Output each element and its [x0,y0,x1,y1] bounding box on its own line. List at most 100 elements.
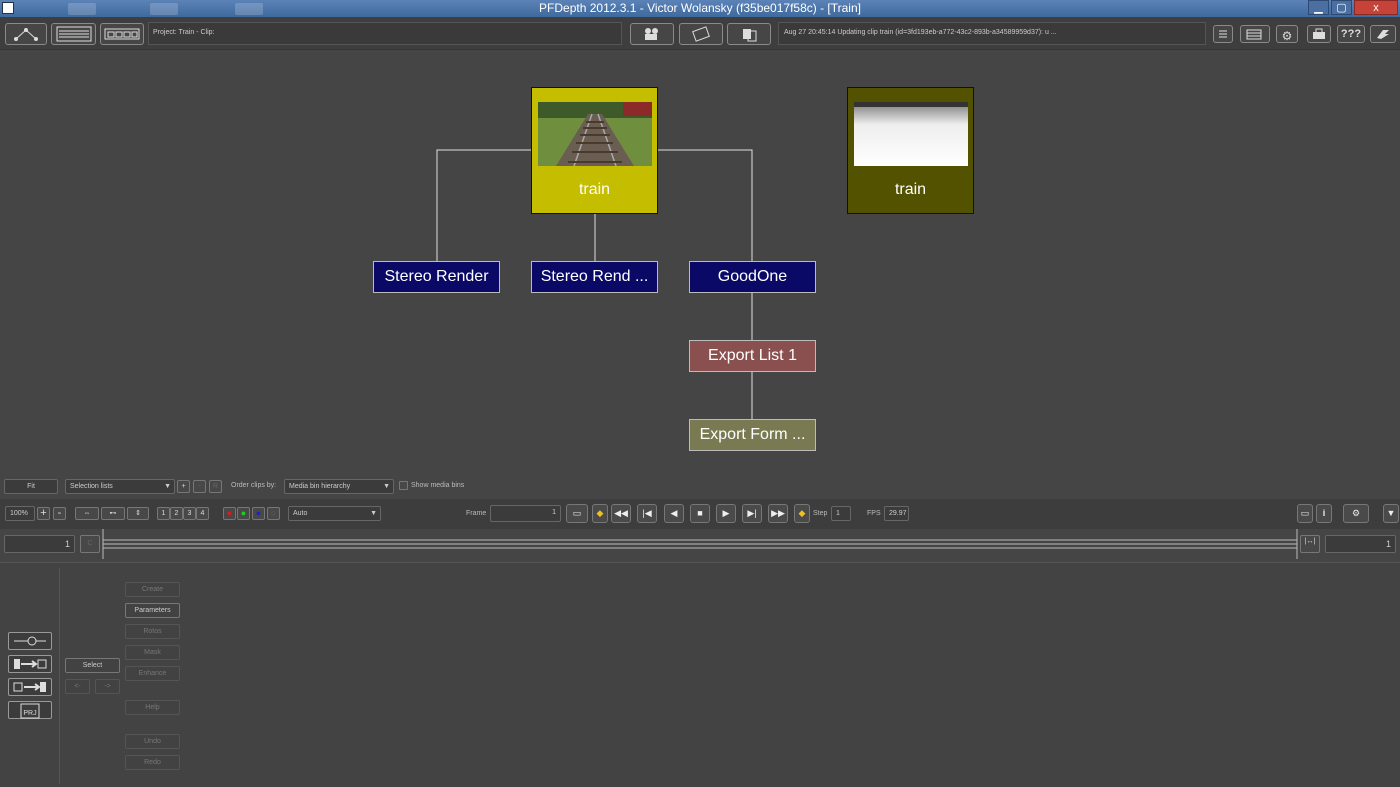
red-channel-button[interactable]: ● [223,507,236,520]
view-4-button[interactable]: 4 [196,507,209,520]
order-clips-dropdown[interactable]: Media bin hierarchy ▼ [284,479,394,494]
order-clips-value: Media bin hierarchy [289,483,351,490]
play-button[interactable]: ▶ [716,504,736,523]
stop-button[interactable]: ■ [690,504,710,523]
timeline-fit-button[interactable]: |↔| [1300,535,1320,553]
enhance-button[interactable]: Enhance [125,666,180,681]
blue-dot-icon: ● [255,508,262,518]
fit-height-button[interactable]: ⇕ [127,507,149,520]
undo-button[interactable]: Undo [125,734,180,749]
window-icon: ▭ [1300,508,1310,518]
node-stereo-render[interactable]: Stereo Render [373,261,500,293]
node-goodone[interactable]: GoodOne [689,261,816,293]
node-to-output-button[interactable] [8,678,52,696]
selection-lists-value: Selection lists [70,483,113,490]
chevron-down-icon: ▼ [383,483,390,490]
collapse-button[interactable]: ▼ [1383,504,1399,523]
go-to-end-button[interactable]: ▶▶ [768,504,788,523]
selection-lists-dropdown[interactable]: Selection lists ▼ [65,479,175,494]
clip-thumbnail [538,102,652,166]
keyframe-icon: ◆ [596,508,604,518]
view-mode-dropdown[interactable]: Auto ▼ [288,506,381,521]
play-reverse-button[interactable]: ◀ [664,504,684,523]
timeline-start-field[interactable]: 1 [4,535,75,553]
triangle-down-icon: ▼ [1386,508,1396,518]
node-export-list[interactable]: Export List 1 [689,340,816,372]
play-reverse-icon: ◀ [670,508,678,518]
green-dot-icon: ● [240,508,247,518]
timeline-track[interactable] [102,529,1298,559]
green-channel-button[interactable]: ● [237,507,250,520]
clip-label: train [894,181,927,198]
zoom-field[interactable]: 100% [5,506,35,521]
mark-in-button[interactable]: ◆ [592,504,608,523]
node-stereo-render-2[interactable]: Stereo Rend ... [531,261,658,293]
step-back-button[interactable]: |◀ [637,504,657,523]
clip-label: train [578,181,611,198]
step-label: Step [813,510,828,517]
input-to-node-button[interactable] [8,655,52,673]
chevron-down-icon: ▼ [370,510,377,517]
alpha-channel-button[interactable]: ○ [267,507,280,520]
settings-icon: ⚙ [1351,508,1361,518]
chevron-down-icon: ▼ [164,483,171,490]
monitor-icon: ▭ [572,508,582,518]
mask-button[interactable]: Mask [125,645,180,660]
view-1-button[interactable]: 1 [157,507,170,520]
create-button[interactable]: Create [125,582,180,597]
frame-label: Frame [466,510,487,517]
project-button[interactable]: PRJ [8,701,52,719]
view-3-button[interactable]: 3 [183,507,196,520]
rotos-button[interactable]: Rotos [125,624,180,639]
help-panel-button[interactable]: Help [125,700,180,715]
node-export-format[interactable]: Export Form ... [689,419,816,451]
fps-field[interactable]: 29.97 [884,506,909,521]
step-back-icon: |◀ [642,508,652,518]
blue-channel-button[interactable]: ● [252,507,265,520]
step-forward-icon: ▶| [747,508,757,518]
parameters-button[interactable]: Parameters [125,603,180,618]
play-icon: ▶ [722,508,730,518]
fit-view-button[interactable]: ⇔ [75,507,99,520]
viewer-toggle-button[interactable]: ▭ [566,504,588,523]
zoom-out-button[interactable]: - [53,507,66,520]
remove-selection-button[interactable]: - [193,480,206,493]
keyframe-icon: ◆ [798,508,806,518]
select-button[interactable]: Select [65,658,120,673]
timeline-end-field[interactable]: 1 [1325,535,1396,553]
fit-width-button[interactable]: ⊷ [101,507,125,520]
project-icon-text: PRJ [23,710,36,717]
frame-field[interactable]: 1 [490,505,561,522]
go-to-start-button[interactable]: ◀◀ [611,504,631,523]
zoom-in-button[interactable]: + [37,507,50,520]
add-selection-button[interactable]: + [177,480,190,493]
view-mode-value: Auto [293,510,308,517]
fit-button[interactable]: Fit [4,479,58,494]
rewind-icon: ◀◀ [614,508,628,518]
view-2-button[interactable]: 2 [170,507,183,520]
node-panel [0,562,1400,787]
step-field[interactable]: 1 [831,506,851,521]
depth-thumbnail [854,102,968,166]
fast-forward-icon: ▶▶ [771,508,785,518]
show-media-bins-checkbox[interactable] [399,481,408,490]
cache-button[interactable]: C [80,535,100,553]
rename-selection-button[interactable]: R [209,480,222,493]
clip-node-train[interactable]: train [531,87,658,214]
info-button[interactable]: i [1316,504,1332,523]
step-forward-button[interactable]: ▶| [742,504,762,523]
clip-node-train-depth[interactable]: train [847,87,974,214]
fit-view-icon: ⇔ [83,510,91,517]
fps-label: FPS [867,510,881,517]
redo-button[interactable]: Redo [125,755,180,770]
red-dot-icon: ● [226,508,233,518]
alpha-dot-icon: ○ [270,508,277,518]
settings-button[interactable]: ⚙ [1343,504,1369,523]
mark-out-button[interactable]: ◆ [794,504,810,523]
slider-mode-button[interactable] [8,632,52,650]
single-view-button[interactable]: ▭ [1297,504,1313,523]
order-clips-label: Order clips by: [231,482,277,489]
previous-button[interactable]: <- [65,679,90,694]
next-button[interactable]: -> [95,679,120,694]
show-media-bins-label: Show media bins [411,482,465,489]
